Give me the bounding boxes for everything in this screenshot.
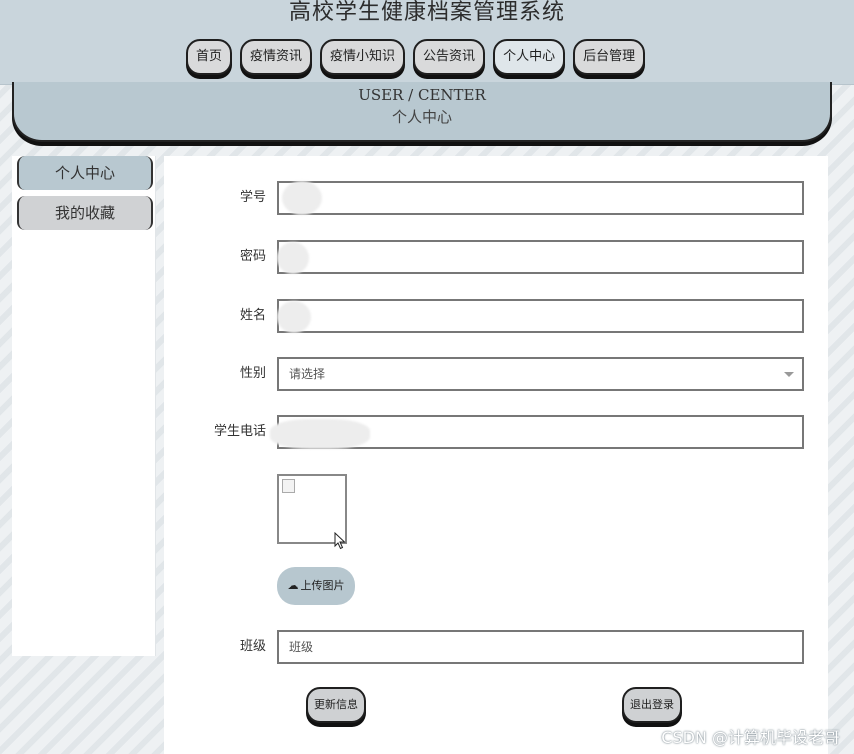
form-row-password: 密码 xyxy=(164,240,828,274)
logout-button[interactable]: 退出登录 xyxy=(622,687,682,723)
nav-admin[interactable]: 后台管理 xyxy=(573,39,646,75)
name-input[interactable] xyxy=(277,299,804,333)
password-input[interactable] xyxy=(277,240,804,274)
nav-announcements[interactable]: 公告资讯 xyxy=(413,39,486,75)
watermark: CSDN @计算机毕设老哥 xyxy=(661,728,840,747)
redaction-blur xyxy=(282,181,322,215)
class-input[interactable]: 班级 xyxy=(277,630,804,664)
upload-image-button[interactable]: ☁ 上传图片 xyxy=(277,567,355,605)
nav-home[interactable]: 首页 xyxy=(186,39,233,75)
page-banner: USER / CENTER 个人中心 xyxy=(12,82,832,142)
phone-label: 学生电话 xyxy=(213,424,266,439)
chevron-down-icon xyxy=(784,372,794,377)
student-id-input[interactable] xyxy=(277,181,804,215)
banner-title-en: USER / CENTER xyxy=(358,86,486,104)
sidebar-item-user-center[interactable]: 个人中心 xyxy=(17,156,153,190)
nav-user-center[interactable]: 个人中心 xyxy=(493,39,566,75)
cloud-upload-icon: ☁ xyxy=(287,579,299,592)
form-row-phone: 学生电话 xyxy=(164,415,828,449)
class-label: 班级 xyxy=(239,639,266,654)
redaction-blur xyxy=(277,242,309,274)
top-header: 高校学生健康档案管理系统 首页 疫情资讯 疫情小知识 公告资讯 个人中心 后台管… xyxy=(0,0,854,85)
form-row-student-id: 学号 xyxy=(164,181,828,215)
redaction-blur xyxy=(277,301,311,333)
banner-title-cn: 个人中心 xyxy=(391,108,452,126)
sidebar: 个人中心 我的收藏 xyxy=(12,156,156,656)
redaction-blur xyxy=(270,419,370,449)
nav-epidemic-tips[interactable]: 疫情小知识 xyxy=(320,39,406,75)
sidebar-item-favorites[interactable]: 我的收藏 xyxy=(17,196,153,230)
student-id-label: 学号 xyxy=(239,190,266,205)
upload-image-label: 上传图片 xyxy=(300,579,345,592)
name-label: 姓名 xyxy=(239,308,266,323)
gender-label: 性别 xyxy=(239,366,266,381)
form-row-class: 班级 班级 xyxy=(164,630,828,664)
gender-select-placeholder: 请选择 xyxy=(289,367,326,381)
gender-select[interactable]: 请选择 xyxy=(277,357,804,391)
form-row-gender: 性别 请选择 xyxy=(164,357,828,391)
form-row-name: 姓名 xyxy=(164,299,828,333)
update-info-button[interactable]: 更新信息 xyxy=(306,687,366,723)
main-nav: 首页 疫情资讯 疫情小知识 公告资讯 个人中心 后台管理 xyxy=(186,39,646,77)
app-title: 高校学生健康档案管理系统 xyxy=(288,0,565,25)
nav-epidemic-news[interactable]: 疫情资讯 xyxy=(240,39,313,75)
password-label: 密码 xyxy=(239,249,266,264)
broken-image-icon xyxy=(282,479,295,493)
profile-form: 学号 密码 姓名 性别 请选择 学生电话 ☁ 上传图片 班级 班级 更新信息 退… xyxy=(164,156,828,754)
mouse-cursor-icon xyxy=(334,532,346,550)
